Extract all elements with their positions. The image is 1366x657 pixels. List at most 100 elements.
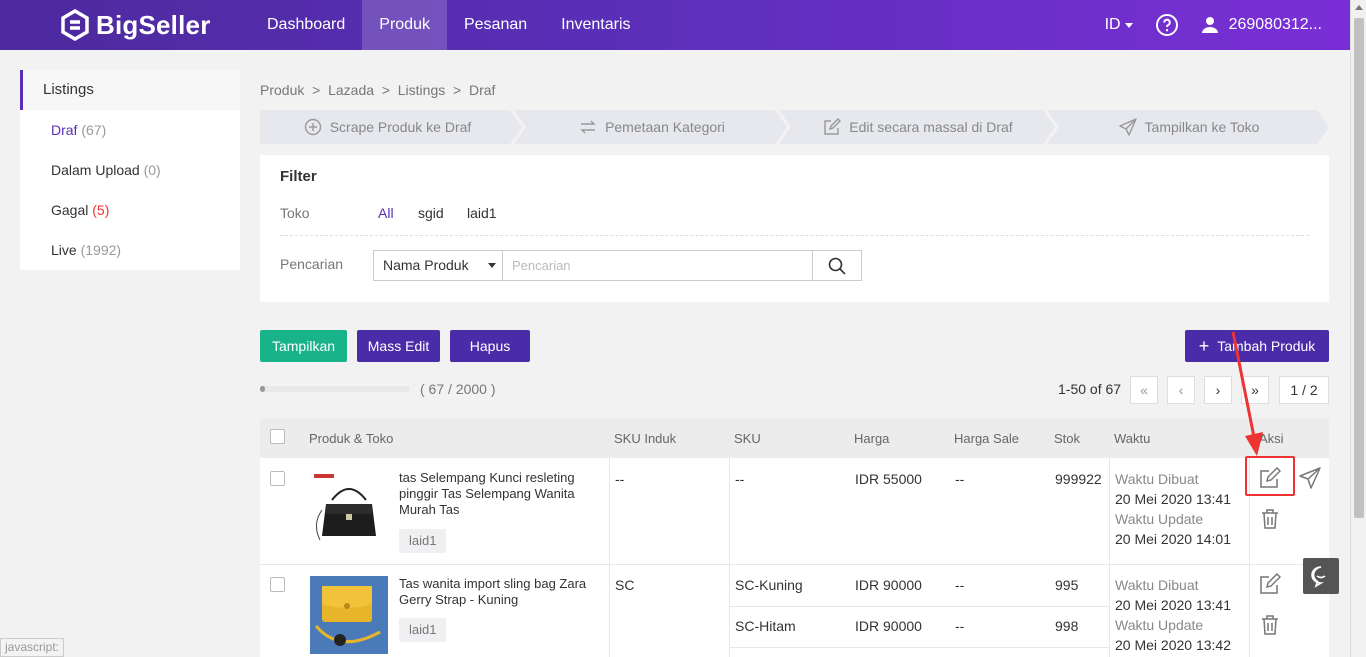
col-sku: SKU <box>734 431 761 446</box>
sidebar-item-label: Gagal <box>51 202 89 218</box>
created-label: Waktu Dibuat <box>1115 577 1199 593</box>
select-caret-icon <box>488 263 496 268</box>
double-chevron-left-icon: « <box>1140 382 1148 398</box>
brand-logo[interactable]: BigSeller <box>60 9 211 41</box>
step-scrape[interactable]: Scrape Produk ke Draf <box>260 110 515 144</box>
created-time: 20 Mei 2020 13:41 <box>1115 597 1231 613</box>
language-label: ID <box>1104 16 1121 33</box>
variant-price: IDR 90000 <box>855 618 922 634</box>
help-icon[interactable] <box>1155 13 1179 37</box>
step-label: Tampilkan ke Toko <box>1144 119 1260 135</box>
search-input[interactable] <box>502 250 813 281</box>
select-all-checkbox[interactable] <box>270 429 285 444</box>
quota-progress-bar <box>260 386 410 392</box>
plus-icon: + <box>1198 336 1210 356</box>
prev-page-button[interactable]: ‹ <box>1167 376 1195 404</box>
step-mass-edit[interactable]: Edit secara massal di Draf <box>788 110 1048 144</box>
scroll-thumb[interactable] <box>1354 18 1364 518</box>
chat-support-button[interactable] <box>1303 558 1339 594</box>
variant-divider <box>729 647 1109 648</box>
sidebar-item-count: (0) <box>143 162 161 178</box>
search-type-value: Nama Produk <box>383 257 469 273</box>
page-indicator[interactable]: 1 / 2 <box>1279 376 1329 404</box>
variant-stock: 995 <box>1055 577 1079 593</box>
edit-icon[interactable] <box>1259 573 1281 595</box>
shop-tag: laid1 <box>399 618 447 642</box>
browser-status-hint: javascript: <box>0 638 65 657</box>
chevron-right-icon: › <box>1215 382 1221 398</box>
sidebar-item-live[interactable]: Live (1992) <box>20 230 240 270</box>
swap-arrows-icon <box>580 120 596 134</box>
toko-option-sgid[interactable]: sgid <box>418 205 444 221</box>
nav-produk[interactable]: Produk <box>362 0 447 50</box>
annotation-highlight-box <box>1245 456 1295 496</box>
variant-sale-price: -- <box>955 618 965 634</box>
main-nav: Dashboard Produk Pesanan Inventaris <box>250 0 648 50</box>
cell-divider <box>729 564 730 657</box>
sidebar-item-label: Dalam Upload <box>51 162 140 178</box>
product-name[interactable]: Tas wanita import sling bag Zara Gerry S… <box>399 576 589 608</box>
step-category-mapping[interactable]: Pemetaan Kategori <box>522 110 782 144</box>
sidebar-item-dalam-upload[interactable]: Dalam Upload (0) <box>20 150 240 190</box>
cell-divider <box>1109 564 1110 657</box>
page-scrollbar[interactable] <box>1350 0 1366 657</box>
search-button[interactable] <box>812 250 862 281</box>
sidebar-item-count: (1992) <box>80 242 122 258</box>
step-publish[interactable]: Tampilkan ke Toko <box>1055 110 1323 144</box>
created-time: 20 Mei 2020 13:41 <box>1115 491 1231 507</box>
variant-sale-price: -- <box>955 471 965 487</box>
created-label: Waktu Dibuat <box>1115 471 1199 487</box>
cell-divider <box>1249 564 1250 657</box>
variant-divider <box>729 606 1109 607</box>
toko-option-laid1[interactable]: laid1 <box>467 205 497 221</box>
search-type-select[interactable]: Nama Produk <box>373 250 503 281</box>
nav-pesanan[interactable]: Pesanan <box>447 0 544 50</box>
search-label: Pencarian <box>280 256 344 272</box>
col-harga: Harga <box>854 431 890 446</box>
sidebar-item-label: Draf <box>51 122 78 138</box>
nav-dashboard[interactable]: Dashboard <box>250 0 362 50</box>
plus-circle-icon <box>304 118 321 136</box>
trash-icon[interactable] <box>1259 508 1281 530</box>
sidebar-item-gagal[interactable]: Gagal (5) <box>20 190 240 230</box>
shop-tag: laid1 <box>399 529 447 553</box>
sidebar-item-draf[interactable]: Draf (67) <box>20 110 240 150</box>
mass-edit-button[interactable]: Mass Edit <box>357 330 440 362</box>
filter-panel: Filter Toko All sgid laid1 Pencarian Nam… <box>260 155 1329 302</box>
trash-icon[interactable] <box>1259 614 1281 636</box>
variant-stock: 998 <box>1055 618 1079 634</box>
updated-label: Waktu Update <box>1115 511 1204 527</box>
cell-divider <box>609 564 610 657</box>
col-waktu: Waktu <box>1114 431 1151 446</box>
language-selector[interactable]: ID <box>1105 16 1133 34</box>
product-name[interactable]: tas Selempang Kunci resleting pinggir Ta… <box>399 470 589 518</box>
updated-time: 20 Mei 2020 13:42 <box>1115 637 1231 653</box>
parent-sku: SC <box>615 577 635 593</box>
delete-button[interactable]: Hapus <box>450 330 530 362</box>
first-page-button[interactable]: « <box>1130 376 1158 404</box>
filter-title: Filter <box>280 168 317 185</box>
toko-label: Toko <box>280 205 310 221</box>
product-image-black-bag[interactable] <box>310 470 388 548</box>
toko-option-all[interactable]: All <box>378 205 394 221</box>
chat-bubble-icon <box>1311 566 1326 588</box>
user-menu[interactable]: 269080312... <box>1201 16 1322 34</box>
show-button[interactable]: Tampilkan <box>260 330 347 362</box>
updated-time: 20 Mei 2020 14:01 <box>1115 531 1231 547</box>
publish-icon[interactable] <box>1299 467 1321 489</box>
sidebar-item-label: Live <box>51 242 77 258</box>
row-checkbox[interactable] <box>270 471 285 486</box>
nav-inventaris[interactable]: Inventaris <box>544 0 647 50</box>
col-stok: Stok <box>1054 431 1081 446</box>
scroll-up-arrow-icon[interactable] <box>1355 5 1363 10</box>
row-checkbox[interactable] <box>270 577 285 592</box>
sidebar-item-count: (5) <box>92 202 110 218</box>
variant-sale-price: -- <box>955 577 965 593</box>
annotation-arrow <box>1231 331 1263 456</box>
quota-text: ( 67 / 2000 ) <box>420 381 496 397</box>
step-label: Scrape Produk ke Draf <box>329 119 472 135</box>
step-label: Edit secara massal di Draf <box>849 119 1013 135</box>
edit-icon <box>824 118 842 135</box>
product-image-yellow-bag[interactable] <box>310 576 388 654</box>
sidebar-item-count: (67) <box>81 122 107 138</box>
